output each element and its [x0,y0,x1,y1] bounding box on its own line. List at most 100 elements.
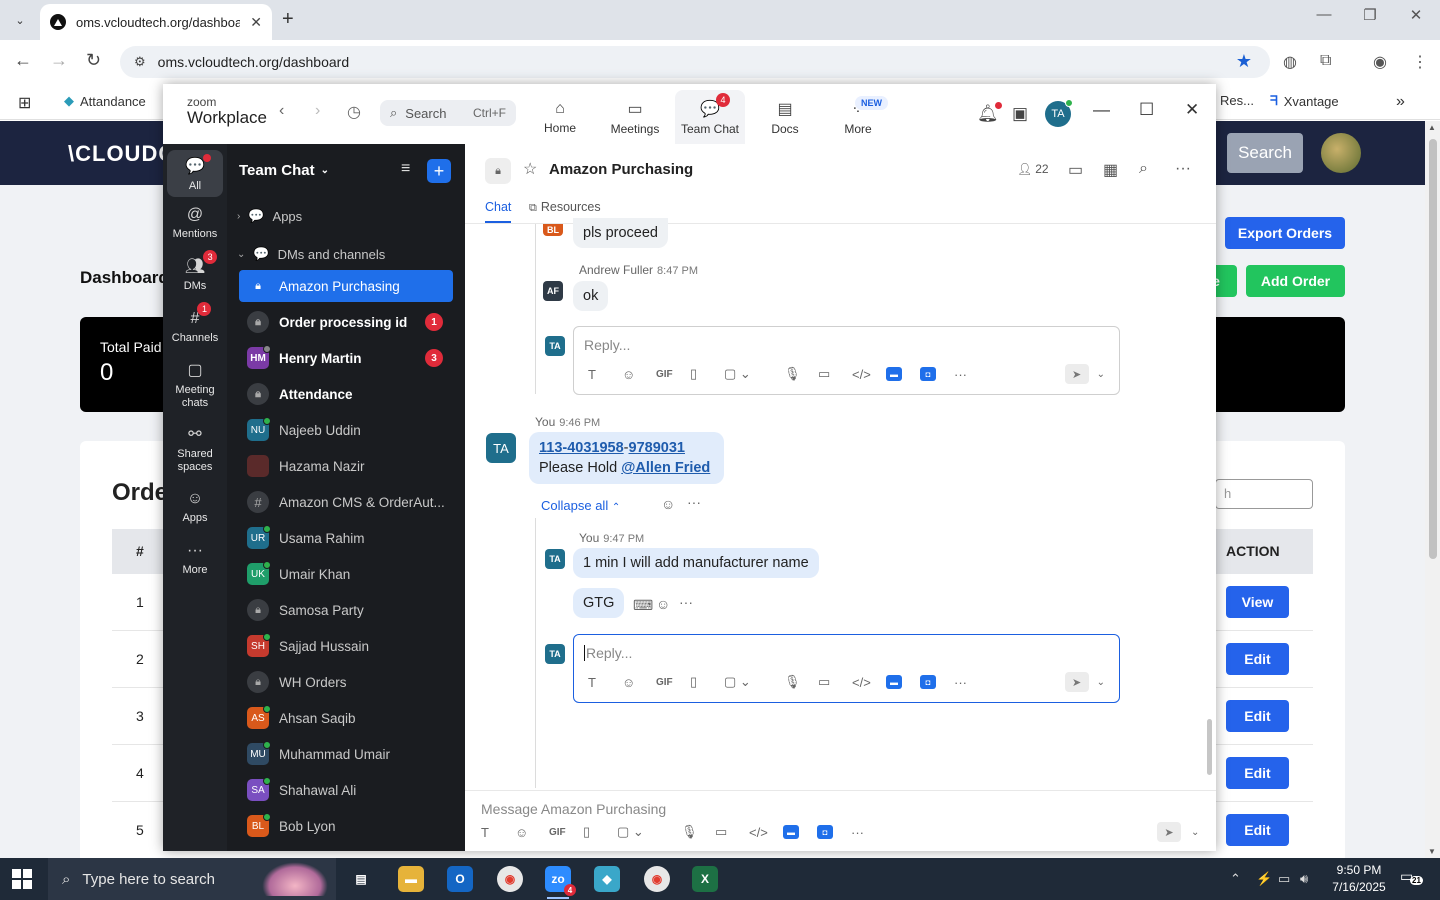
outlook-icon[interactable]: O [447,866,473,892]
send-icon[interactable]: ➤ [1064,672,1089,692]
channel-item[interactable]: 🔒︎ WH Orders [239,666,453,698]
file-icon[interactable]: ▯ [583,824,617,840]
tab-chat[interactable]: Chat [485,200,512,223]
rail-dms[interactable]: 👥︎ 3 DMs [167,250,223,293]
page-scrollbar[interactable]: ▲ ▼ [1425,121,1440,858]
volume-icon[interactable]: 🔊︎ [1300,871,1308,887]
channel-item[interactable]: UR Usama Rahim [239,522,453,554]
channel-item[interactable]: SA Shahawal Ali [239,774,453,806]
page-search-button[interactable]: Search [1227,133,1303,173]
task-view-icon[interactable]: ▤ [348,866,374,892]
back-icon[interactable]: ← [14,50,32,71]
channel-item[interactable]: # Amazon CMS & OrderAut... [239,486,453,518]
channel-item[interactable]: 🔒︎ Samosa Party [239,594,453,626]
gif-icon[interactable]: GIF [549,827,583,838]
file-explorer-icon[interactable]: ▬ [398,866,424,892]
scroll-down-icon[interactable]: ▼ [1428,847,1436,856]
mic-icon[interactable]: 🎙︎ [784,674,818,690]
message-more-icon[interactable]: ··· [679,594,693,610]
app-blue-icon-2[interactable]: ◘ [817,825,833,839]
scroll-thumb[interactable] [1429,139,1437,559]
close-window-icon[interactable]: ✕ [1396,6,1436,24]
new-tab-plus-icon[interactable]: + [282,8,294,31]
tab-team-chat[interactable]: 💬 4 Team Chat [675,90,745,144]
windows-start-icon[interactable] [12,869,32,889]
chrome-profile-icon[interactable]: ◉ [644,866,670,892]
code-icon[interactable]: </> [749,825,783,840]
channel-title[interactable]: Amazon Purchasing [549,161,693,178]
send-options-icon[interactable]: ⌄ [1191,827,1199,838]
edit-button[interactable]: Edit [1226,700,1289,732]
send-options-icon[interactable]: ⌄ [1097,369,1105,380]
tray-app-icon[interactable]: ⚡ [1256,871,1272,887]
mic-icon[interactable]: 🎙︎ [784,366,818,382]
add-order-button[interactable]: Add Order [1246,265,1345,297]
screenshot-icon[interactable]: ▢ ⌄ [724,674,784,690]
schedule-icon[interactable]: ▦ [1103,160,1118,180]
app-blue-icon[interactable]: ▬ [783,825,799,839]
team-chat-header[interactable]: Team Chat ⌄ [239,162,329,179]
taskbar-clock[interactable]: 9:50 PM 7/16/2025 [1318,862,1400,896]
edit-button[interactable]: Edit [1226,814,1289,846]
zoom-taskbar-icon[interactable]: zo 4 [545,866,576,899]
calendar-icon[interactable]: ▣ [1012,104,1028,124]
bookmarks-overflow-icon[interactable]: » [1396,93,1405,111]
chrome-icon[interactable]: ◉ [497,866,523,892]
text-format-icon[interactable]: T [588,367,622,382]
mic-icon[interactable]: 🎙︎ [681,824,715,840]
screenshot-icon[interactable]: ▢ ⌄ [617,824,681,840]
orders-search-input[interactable]: h [1215,479,1313,509]
add-reaction-icon[interactable]: ☺ [656,596,670,612]
app-blue-icon-2[interactable]: ◘ [920,367,936,381]
channel-item[interactable]: MU Muhammad Umair [239,738,453,770]
channel-item[interactable]: SH Sajjad Hussain [239,630,453,662]
channel-item[interactable]: NU Najeeb Uddin [239,414,453,446]
code-icon[interactable]: </> [852,367,886,382]
send-icon[interactable]: ➤ [1064,364,1089,384]
export-orders-button[interactable]: Export Orders [1225,217,1345,249]
app-blue-icon-2[interactable]: ◘ [920,675,936,689]
bookmark-star-icon[interactable]: ★ [1236,51,1252,72]
channel-item[interactable]: BL Bob Lyon [239,810,453,842]
rail-mentions[interactable]: @ Mentions [167,206,223,241]
channel-item[interactable]: AS Ahsan Saqib [239,702,453,734]
video-clip-icon[interactable]: ▭ [818,674,852,690]
edit-button[interactable]: Edit [1226,757,1289,789]
tab-close-icon[interactable]: ✕ [250,14,262,31]
screenshot-icon[interactable]: ▢ ⌄ [724,366,784,382]
thread-reply-box[interactable]: Reply... T ☺ GIF ▯ ▢ ⌄ 🎙︎ ▭ </> ▬ ◘ ··· … [573,326,1120,395]
taskbar-search-box[interactable]: ⌕ Type here to search [48,858,336,900]
mention-link[interactable]: @Allen Fried [621,460,710,476]
view-button[interactable]: View [1226,586,1289,618]
rail-channels[interactable]: #1 Channels [167,302,223,345]
gif-icon[interactable]: GIF [656,677,690,688]
zoom-forward-icon[interactable]: › [315,102,320,120]
channel-item[interactable]: UK Umair Khan [239,558,453,590]
channel-item[interactable]: Hazama Nazir [239,450,453,482]
browser-menu-icon[interactable]: ⋮ [1412,52,1428,72]
gif-icon[interactable]: GIF [656,369,690,380]
filter-icon[interactable]: ≡ [401,160,410,178]
thread-reply-box-focused[interactable]: Reply... T ☺ GIF ▯ ▢ ⌄ 🎙︎ ▭ </> ▬ ◘ ··· … [573,634,1120,703]
message-more-icon[interactable]: ··· [687,494,701,510]
restore-icon[interactable]: ❐ [1350,6,1390,24]
zoom-close-icon[interactable]: ✕ [1185,100,1199,120]
zoom-search-box[interactable]: ⌕ Search Ctrl+F [380,100,516,126]
send-options-icon[interactable]: ⌄ [1097,677,1105,688]
channel-item[interactable]: 🔒︎ Order processing id 1 [239,306,453,338]
order-link-1[interactable]: 113-4031958 [539,440,624,456]
site-info-icon[interactable]: ⚙ [134,54,146,70]
rail-meeting-chats[interactable]: ▢ Meeting chats [167,362,223,410]
emoji-icon[interactable]: ☺ [622,367,656,382]
extensions-icon[interactable]: ⧉ [1320,52,1331,70]
app-blue-icon[interactable]: ▬ [886,675,902,689]
zoom-user-avatar[interactable]: TA [1045,99,1073,127]
rail-more[interactable]: ··· More [167,542,223,577]
more-tools-icon[interactable]: ··· [851,825,885,840]
emoji-icon[interactable]: ☺ [515,825,549,840]
excel-icon[interactable]: X [692,866,718,892]
more-tools-icon[interactable]: ··· [954,367,988,382]
minimize-icon[interactable]: — [1304,6,1344,23]
file-icon[interactable]: ▯ [690,366,724,382]
message-composer-input[interactable]: Message Amazon Purchasing [481,801,666,817]
